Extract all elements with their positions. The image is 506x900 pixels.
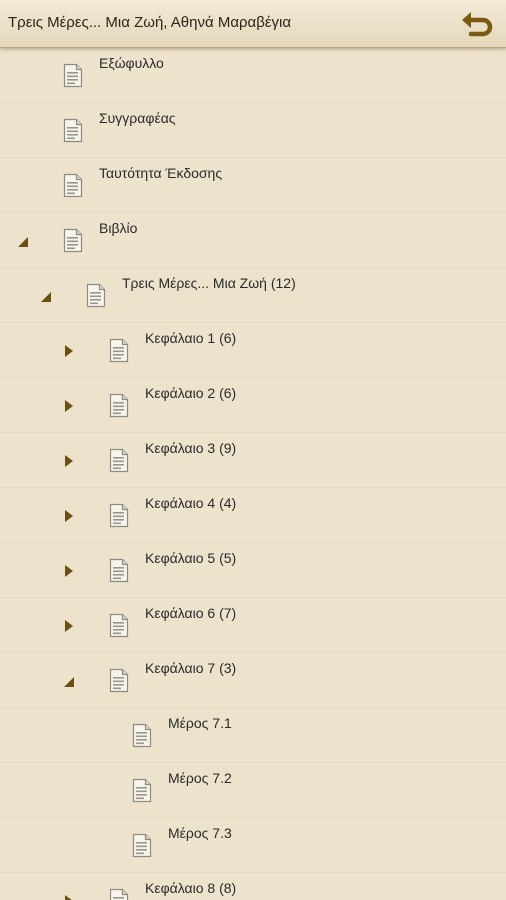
document-icon	[131, 833, 153, 858]
document-icon	[108, 613, 130, 638]
toc-item[interactable]: Κεφάλαιο 5 (5)	[0, 543, 506, 598]
book-title: Τρεις Μέρες... Μια Ζωή, Αθηνά Μαραβέγια	[8, 14, 292, 31]
document-icon	[62, 173, 84, 198]
toc-item-label: Κεφάλαιο 4 (4)	[145, 495, 237, 511]
document-icon	[131, 723, 153, 748]
toc-item-label: Τρεις Μέρες... Μια Ζωή (12)	[122, 275, 296, 291]
toc-item[interactable]: Κεφάλαιο 7 (3)	[0, 653, 506, 708]
document-icon	[108, 668, 130, 693]
document-icon	[62, 118, 84, 143]
toc-item-label: Μέρος 7.1	[168, 715, 232, 731]
app-window: Τρεις Μέρες... Μια Ζωή, Αθηνά Μαραβέγια …	[0, 0, 506, 900]
collapse-arrow-icon[interactable]	[39, 288, 53, 304]
toc-item-label: Ταυτότητα Έκδοσης	[99, 165, 223, 181]
expand-arrow-icon[interactable]	[62, 563, 76, 579]
expand-arrow-icon[interactable]	[62, 343, 76, 359]
undo-arrow-icon	[462, 12, 493, 37]
expand-arrow-icon[interactable]	[62, 618, 76, 634]
toc-item-label: Εξώφυλλο	[99, 55, 164, 71]
toc-item[interactable]: Κεφάλαιο 3 (9)	[0, 433, 506, 488]
toc-item[interactable]: Κεφάλαιο 6 (7)	[0, 598, 506, 653]
expand-arrow-icon[interactable]	[62, 398, 76, 414]
toc-item-label: Κεφάλαιο 8 (8)	[145, 880, 237, 896]
document-icon	[108, 558, 130, 583]
toc-item[interactable]: Κεφάλαιο 4 (4)	[0, 488, 506, 543]
expand-arrow-icon[interactable]	[62, 508, 76, 524]
toc-item-label: Κεφάλαιο 7 (3)	[145, 660, 237, 676]
toc-item-label: Κεφάλαιο 2 (6)	[145, 385, 237, 401]
toc-item-label: Συγγραφέας	[99, 110, 176, 126]
toc-item[interactable]: Εξώφυλλο	[0, 48, 506, 103]
expand-arrow-icon[interactable]	[62, 893, 76, 900]
toc-item[interactable]: Μέρος 7.1	[0, 708, 506, 763]
document-icon	[85, 283, 107, 308]
toc-item[interactable]: Κεφάλαιο 2 (6)	[0, 378, 506, 433]
toc-item[interactable]: Κεφάλαιο 1 (6)	[0, 323, 506, 378]
document-icon	[62, 63, 84, 88]
document-icon	[108, 338, 130, 363]
toc-item[interactable]: Συγγραφέας	[0, 103, 506, 158]
table-of-contents: Εξώφυλλο Συγγραφέας Ταυτότητα Έκδοσης Βιβλί…	[0, 48, 506, 900]
toc-item[interactable]: Μέρος 7.3	[0, 818, 506, 873]
toc-item-label: Κεφάλαιο 3 (9)	[145, 440, 237, 456]
document-icon	[108, 393, 130, 418]
toc-item[interactable]: Βιβλίο	[0, 213, 506, 268]
back-button[interactable]	[460, 7, 496, 41]
toc-item[interactable]: Τρεις Μέρες... Μια Ζωή (12)	[0, 268, 506, 323]
document-icon	[108, 503, 130, 528]
toc-item-label: Κεφάλαιο 5 (5)	[145, 550, 237, 566]
document-icon	[131, 778, 153, 803]
document-icon	[108, 448, 130, 473]
toc-item-label: Κεφάλαιο 1 (6)	[145, 330, 237, 346]
toc-item-label: Μέρος 7.3	[168, 825, 232, 841]
toc-item-label: Μέρος 7.2	[168, 770, 232, 786]
document-icon	[108, 888, 130, 900]
toc-item[interactable]: Μέρος 7.2	[0, 763, 506, 818]
toc-item[interactable]: Κεφάλαιο 8 (8)	[0, 873, 506, 900]
document-icon	[62, 228, 84, 253]
toc-item[interactable]: Ταυτότητα Έκδοσης	[0, 158, 506, 213]
title-bar: Τρεις Μέρες... Μια Ζωή, Αθηνά Μαραβέγια	[0, 0, 506, 48]
expand-arrow-icon[interactable]	[62, 453, 76, 469]
collapse-arrow-icon[interactable]	[62, 673, 76, 689]
toc-item-label: Κεφάλαιο 6 (7)	[145, 605, 237, 621]
collapse-arrow-icon[interactable]	[16, 233, 30, 249]
toc-item-label: Βιβλίο	[99, 220, 138, 236]
